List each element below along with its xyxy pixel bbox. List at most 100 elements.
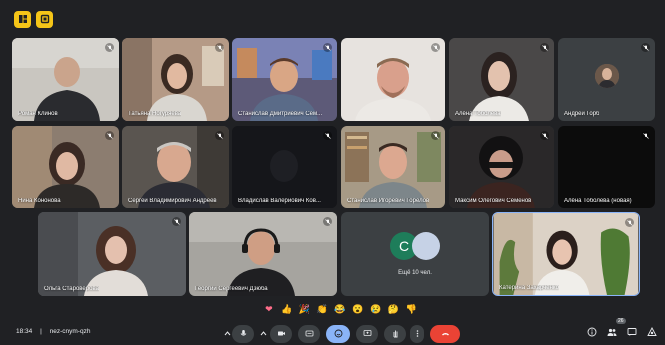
participant-tile[interactable]: Сергей Владимирович Андреев bbox=[122, 126, 229, 208]
emoji-button[interactable] bbox=[326, 325, 350, 343]
participant-video bbox=[493, 213, 639, 295]
mic-icon bbox=[239, 325, 248, 343]
participant-name: Георгий Сергеевич Дзюба bbox=[195, 286, 268, 292]
participant-tile[interactable]: Алёна Тоболева bbox=[449, 38, 554, 121]
chevron-up-icon bbox=[259, 325, 268, 343]
participant-video bbox=[12, 38, 119, 121]
participant-name: Нина Кононова bbox=[18, 198, 61, 204]
hangup-button[interactable] bbox=[430, 325, 460, 343]
participant-tile[interactable]: Станислав Дмитриевич Сем... bbox=[232, 38, 337, 121]
activities-icon bbox=[647, 324, 657, 342]
heart-icon[interactable]: ❤ bbox=[262, 302, 276, 316]
participant-name: Андрей Горб bbox=[564, 111, 600, 117]
mic-off-icon bbox=[641, 43, 650, 52]
participant-name: Ольга Староверова bbox=[44, 286, 99, 292]
layout-button[interactable] bbox=[14, 11, 31, 28]
participant-tile[interactable]: Станислав Игоревич Горелов bbox=[341, 126, 445, 208]
camera-options-button[interactable] bbox=[258, 325, 268, 343]
mic-off-icon bbox=[323, 43, 332, 52]
participant-name: Катерина Захарченко bbox=[499, 285, 559, 291]
mic-off-icon bbox=[641, 131, 650, 140]
more-participants-tile[interactable]: С Ещё 10 чел. bbox=[341, 212, 489, 296]
avatar bbox=[595, 64, 619, 88]
participant-video bbox=[189, 212, 337, 296]
meeting-code: nez-cnym-qzh bbox=[49, 328, 91, 335]
present-button[interactable] bbox=[356, 325, 378, 343]
captions-button[interactable] bbox=[298, 325, 320, 343]
mic-off-icon bbox=[172, 217, 181, 226]
chat-icon bbox=[627, 324, 637, 342]
participant-tile[interactable]: Алёна Тоболева (новая) bbox=[558, 126, 655, 208]
participant-tile[interactable]: Максим Олегович Семенов bbox=[449, 126, 554, 208]
people-button[interactable] bbox=[606, 327, 618, 339]
more-options-button[interactable] bbox=[410, 325, 424, 343]
thumbs-down-icon[interactable]: 👎 bbox=[404, 302, 418, 316]
raise-hand-button[interactable] bbox=[384, 325, 406, 343]
participant-name: Сергей Владимирович Андреев bbox=[128, 198, 217, 204]
mic-off-icon bbox=[215, 131, 224, 140]
thumbs-up-icon[interactable]: 👍 bbox=[280, 302, 294, 316]
mic-off-icon bbox=[215, 43, 224, 52]
participant-name: Роман Клинов bbox=[18, 111, 58, 117]
pin-button[interactable] bbox=[36, 11, 53, 28]
participant-video bbox=[38, 212, 186, 296]
chevron-up-icon bbox=[223, 325, 232, 343]
avatar bbox=[412, 232, 440, 260]
participant-tile[interactable]: Катерина Захарченко bbox=[492, 212, 640, 296]
participant-video bbox=[341, 126, 445, 208]
chat-button[interactable] bbox=[626, 327, 638, 339]
mic-off-icon bbox=[431, 131, 440, 140]
more-count-label: Ещё 10 чел. bbox=[398, 270, 432, 276]
present-icon bbox=[363, 325, 372, 343]
raise-hand-icon bbox=[391, 325, 400, 343]
participant-video bbox=[122, 126, 229, 208]
activities-button[interactable] bbox=[646, 327, 658, 339]
participant-video bbox=[122, 38, 229, 121]
meeting-separator: | bbox=[40, 328, 42, 335]
pin-icon bbox=[40, 11, 50, 29]
more-icon bbox=[413, 325, 422, 343]
thinking-icon[interactable]: 🤔 bbox=[386, 302, 400, 316]
participant-tile[interactable]: Татьяна Ногуряева bbox=[122, 38, 229, 121]
participant-name: Татьяна Ногуряева bbox=[128, 111, 182, 117]
info-button[interactable] bbox=[586, 327, 598, 339]
mic-off-icon bbox=[105, 43, 114, 52]
mic-off-icon bbox=[625, 218, 634, 227]
meet-screen: Роман Клинов Татьяна Ногуряева Станислав… bbox=[0, 0, 665, 345]
participant-tile[interactable]: Георгий Сергеевич Дзюба bbox=[189, 212, 337, 296]
clap-icon[interactable]: 👏 bbox=[315, 302, 329, 316]
camera-button[interactable] bbox=[270, 325, 292, 343]
participant-name: Алёна Тоболева bbox=[455, 111, 501, 117]
participant-name: Станислав Игоревич Горелов bbox=[347, 198, 430, 204]
participant-name: Алёна Тоболева (новая) bbox=[564, 198, 632, 204]
participant-video bbox=[12, 126, 119, 208]
meeting-time: 18:34 bbox=[16, 328, 33, 335]
party-icon[interactable]: 🎉 bbox=[298, 302, 312, 316]
info-icon bbox=[587, 324, 597, 342]
mic-off-icon bbox=[540, 131, 549, 140]
participant-tile[interactable]: Роман Клинов bbox=[12, 38, 119, 121]
participant-tile[interactable] bbox=[341, 38, 445, 121]
mic-button[interactable] bbox=[232, 325, 254, 343]
mic-options-button[interactable] bbox=[222, 325, 232, 343]
mic-off-icon bbox=[323, 131, 332, 140]
participant-video bbox=[232, 126, 337, 208]
reactions-bar: ❤ 👍 🎉 👏 😂 😮 😢 🤔 👎 bbox=[258, 300, 418, 318]
participant-video bbox=[341, 38, 445, 121]
participant-tile[interactable]: Владислав Валерйович Ков... bbox=[232, 126, 337, 208]
participant-video bbox=[232, 38, 337, 121]
wow-icon[interactable]: 😮 bbox=[351, 302, 365, 316]
participant-video bbox=[449, 38, 554, 121]
participant-tile[interactable]: Ольга Староверова bbox=[38, 212, 186, 296]
laugh-icon[interactable]: 😂 bbox=[333, 302, 347, 316]
participant-tile[interactable]: Нина Кононова bbox=[12, 126, 119, 208]
mic-off-icon bbox=[105, 131, 114, 140]
participant-name: Максим Олегович Семенов bbox=[455, 198, 532, 204]
participant-tile[interactable]: Андрей Горб bbox=[558, 38, 655, 121]
sad-icon[interactable]: 😢 bbox=[369, 302, 383, 316]
hangup-icon bbox=[441, 325, 450, 343]
mic-off-icon bbox=[431, 43, 440, 52]
participant-name: Станислав Дмитриевич Сем... bbox=[238, 111, 323, 117]
mic-off-icon bbox=[540, 43, 549, 52]
camera-icon bbox=[277, 325, 286, 343]
